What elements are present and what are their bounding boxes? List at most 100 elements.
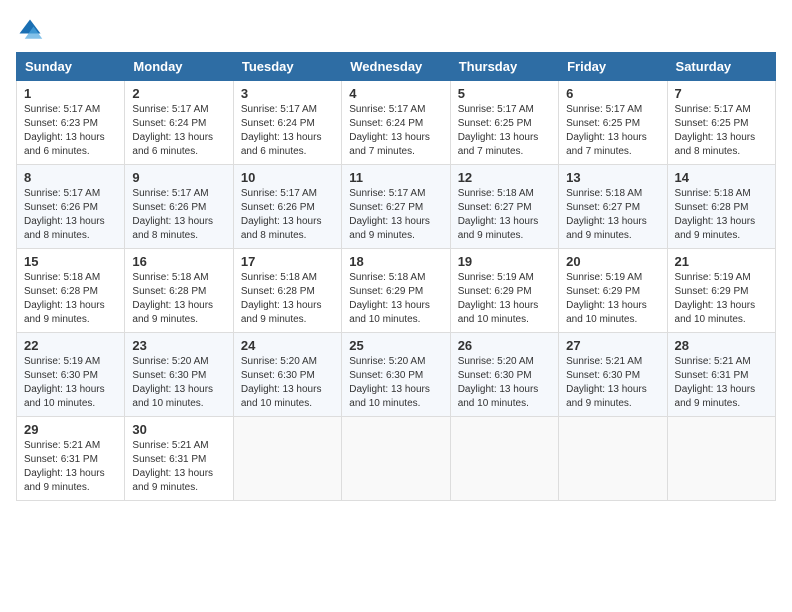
day-number: 12 [458,170,551,185]
day-number: 26 [458,338,551,353]
day-number: 19 [458,254,551,269]
day-number: 8 [24,170,117,185]
cell-content: Sunrise: 5:19 AMSunset: 6:29 PMDaylight:… [458,271,551,327]
calendar-cell: 15 Sunrise: 5:18 AMSunset: 6:28 PMDaylig… [17,249,125,333]
header-row: SundayMondayTuesdayWednesdayThursdayFrid… [17,53,776,81]
calendar-cell: 12 Sunrise: 5:18 AMSunset: 6:27 PMDaylig… [450,165,558,249]
calendar-cell: 6 Sunrise: 5:17 AMSunset: 6:25 PMDayligh… [559,81,667,165]
calendar-cell: 26 Sunrise: 5:20 AMSunset: 6:30 PMDaylig… [450,333,558,417]
day-number: 5 [458,86,551,101]
calendar-cell: 7 Sunrise: 5:17 AMSunset: 6:25 PMDayligh… [667,81,775,165]
header-saturday: Saturday [667,53,775,81]
cell-content: Sunrise: 5:17 AMSunset: 6:25 PMDaylight:… [566,103,659,159]
calendar-cell [450,417,558,501]
day-number: 28 [675,338,768,353]
cell-content: Sunrise: 5:20 AMSunset: 6:30 PMDaylight:… [241,355,334,411]
calendar-cell [342,417,450,501]
logo-icon [16,16,44,44]
cell-content: Sunrise: 5:18 AMSunset: 6:27 PMDaylight:… [458,187,551,243]
calendar-cell: 9 Sunrise: 5:17 AMSunset: 6:26 PMDayligh… [125,165,233,249]
day-number: 4 [349,86,442,101]
cell-content: Sunrise: 5:19 AMSunset: 6:29 PMDaylight:… [675,271,768,327]
cell-content: Sunrise: 5:18 AMSunset: 6:28 PMDaylight:… [132,271,225,327]
calendar-cell: 22 Sunrise: 5:19 AMSunset: 6:30 PMDaylig… [17,333,125,417]
calendar-cell: 17 Sunrise: 5:18 AMSunset: 6:28 PMDaylig… [233,249,341,333]
calendar-cell: 19 Sunrise: 5:19 AMSunset: 6:29 PMDaylig… [450,249,558,333]
day-number: 7 [675,86,768,101]
calendar-table: SundayMondayTuesdayWednesdayThursdayFrid… [16,52,776,501]
calendar-cell: 27 Sunrise: 5:21 AMSunset: 6:30 PMDaylig… [559,333,667,417]
calendar-cell: 20 Sunrise: 5:19 AMSunset: 6:29 PMDaylig… [559,249,667,333]
cell-content: Sunrise: 5:18 AMSunset: 6:28 PMDaylight:… [675,187,768,243]
calendar-cell: 3 Sunrise: 5:17 AMSunset: 6:24 PMDayligh… [233,81,341,165]
day-number: 13 [566,170,659,185]
day-number: 1 [24,86,117,101]
calendar-cell: 10 Sunrise: 5:17 AMSunset: 6:26 PMDaylig… [233,165,341,249]
calendar-cell: 2 Sunrise: 5:17 AMSunset: 6:24 PMDayligh… [125,81,233,165]
cell-content: Sunrise: 5:21 AMSunset: 6:31 PMDaylight:… [24,439,117,495]
calendar-cell: 1 Sunrise: 5:17 AMSunset: 6:23 PMDayligh… [17,81,125,165]
cell-content: Sunrise: 5:17 AMSunset: 6:26 PMDaylight:… [132,187,225,243]
cell-content: Sunrise: 5:17 AMSunset: 6:26 PMDaylight:… [241,187,334,243]
header-monday: Monday [125,53,233,81]
cell-content: Sunrise: 5:17 AMSunset: 6:23 PMDaylight:… [24,103,117,159]
calendar-cell: 23 Sunrise: 5:20 AMSunset: 6:30 PMDaylig… [125,333,233,417]
calendar-cell: 30 Sunrise: 5:21 AMSunset: 6:31 PMDaylig… [125,417,233,501]
day-number: 21 [675,254,768,269]
cell-content: Sunrise: 5:20 AMSunset: 6:30 PMDaylight:… [132,355,225,411]
header-friday: Friday [559,53,667,81]
header-sunday: Sunday [17,53,125,81]
page-header [16,16,776,44]
calendar-cell: 16 Sunrise: 5:18 AMSunset: 6:28 PMDaylig… [125,249,233,333]
calendar-cell [667,417,775,501]
cell-content: Sunrise: 5:19 AMSunset: 6:30 PMDaylight:… [24,355,117,411]
week-row-4: 22 Sunrise: 5:19 AMSunset: 6:30 PMDaylig… [17,333,776,417]
cell-content: Sunrise: 5:18 AMSunset: 6:27 PMDaylight:… [566,187,659,243]
week-row-2: 8 Sunrise: 5:17 AMSunset: 6:26 PMDayligh… [17,165,776,249]
cell-content: Sunrise: 5:19 AMSunset: 6:29 PMDaylight:… [566,271,659,327]
cell-content: Sunrise: 5:18 AMSunset: 6:28 PMDaylight:… [24,271,117,327]
calendar-cell: 11 Sunrise: 5:17 AMSunset: 6:27 PMDaylig… [342,165,450,249]
logo [16,16,48,44]
day-number: 3 [241,86,334,101]
cell-content: Sunrise: 5:17 AMSunset: 6:27 PMDaylight:… [349,187,442,243]
calendar-cell: 28 Sunrise: 5:21 AMSunset: 6:31 PMDaylig… [667,333,775,417]
day-number: 30 [132,422,225,437]
day-number: 17 [241,254,334,269]
calendar-cell: 18 Sunrise: 5:18 AMSunset: 6:29 PMDaylig… [342,249,450,333]
cell-content: Sunrise: 5:18 AMSunset: 6:28 PMDaylight:… [241,271,334,327]
calendar-cell: 4 Sunrise: 5:17 AMSunset: 6:24 PMDayligh… [342,81,450,165]
calendar-cell: 8 Sunrise: 5:17 AMSunset: 6:26 PMDayligh… [17,165,125,249]
cell-content: Sunrise: 5:17 AMSunset: 6:24 PMDaylight:… [132,103,225,159]
calendar-cell [559,417,667,501]
day-number: 2 [132,86,225,101]
cell-content: Sunrise: 5:21 AMSunset: 6:30 PMDaylight:… [566,355,659,411]
calendar-cell: 25 Sunrise: 5:20 AMSunset: 6:30 PMDaylig… [342,333,450,417]
cell-content: Sunrise: 5:21 AMSunset: 6:31 PMDaylight:… [675,355,768,411]
day-number: 22 [24,338,117,353]
day-number: 10 [241,170,334,185]
week-row-1: 1 Sunrise: 5:17 AMSunset: 6:23 PMDayligh… [17,81,776,165]
day-number: 20 [566,254,659,269]
cell-content: Sunrise: 5:17 AMSunset: 6:25 PMDaylight:… [458,103,551,159]
calendar-cell: 5 Sunrise: 5:17 AMSunset: 6:25 PMDayligh… [450,81,558,165]
calendar-cell [233,417,341,501]
calendar-cell: 13 Sunrise: 5:18 AMSunset: 6:27 PMDaylig… [559,165,667,249]
header-tuesday: Tuesday [233,53,341,81]
cell-content: Sunrise: 5:17 AMSunset: 6:24 PMDaylight:… [241,103,334,159]
cell-content: Sunrise: 5:18 AMSunset: 6:29 PMDaylight:… [349,271,442,327]
cell-content: Sunrise: 5:17 AMSunset: 6:25 PMDaylight:… [675,103,768,159]
calendar-cell: 14 Sunrise: 5:18 AMSunset: 6:28 PMDaylig… [667,165,775,249]
day-number: 16 [132,254,225,269]
cell-content: Sunrise: 5:17 AMSunset: 6:24 PMDaylight:… [349,103,442,159]
header-thursday: Thursday [450,53,558,81]
day-number: 11 [349,170,442,185]
day-number: 25 [349,338,442,353]
day-number: 14 [675,170,768,185]
day-number: 27 [566,338,659,353]
calendar-cell: 29 Sunrise: 5:21 AMSunset: 6:31 PMDaylig… [17,417,125,501]
week-row-3: 15 Sunrise: 5:18 AMSunset: 6:28 PMDaylig… [17,249,776,333]
day-number: 29 [24,422,117,437]
day-number: 18 [349,254,442,269]
cell-content: Sunrise: 5:20 AMSunset: 6:30 PMDaylight:… [349,355,442,411]
